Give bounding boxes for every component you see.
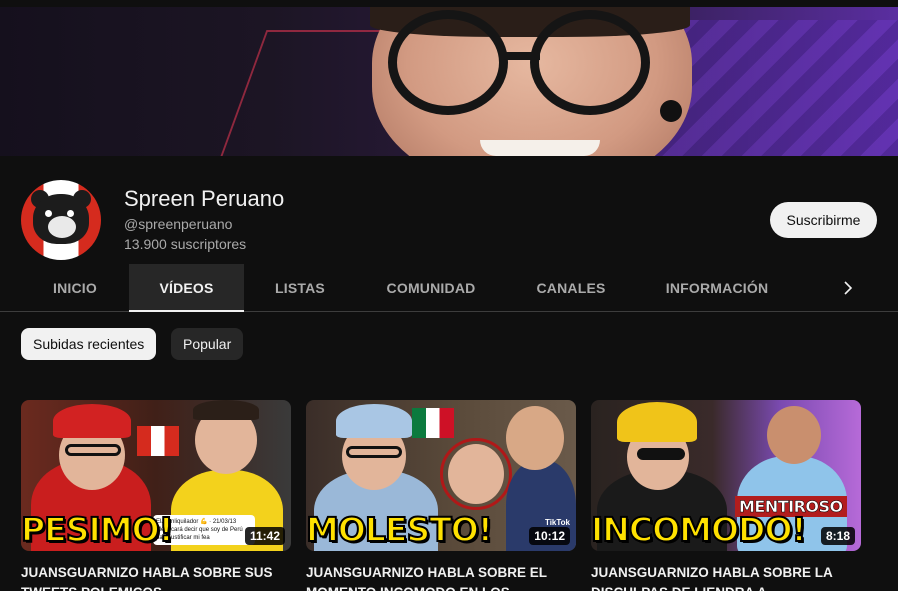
thumbnail-cap [53,404,131,438]
thumbnail-face [767,406,821,464]
tiktok-watermark: TikTok [544,518,570,527]
banner-glasses [388,10,508,115]
channel-banner [0,0,898,156]
peru-flag [137,426,179,456]
thumbnail-beanie [617,402,697,442]
video-duration: 8:18 [820,527,855,545]
banner-glasses [530,10,650,115]
tab-videos[interactable]: VÍDEOS [129,264,244,312]
thumbnail-sunglasses [637,448,685,460]
banner-top-edge [0,0,898,7]
subscriber-count: 13.900 suscriptores [124,236,247,252]
channel-tabs: INICIO VÍDEOS LISTAS COMUNIDAD CANALES I… [0,264,898,312]
video-duration: 10:12 [529,527,570,545]
mexico-flag [412,408,454,438]
video-thumbnail[interactable]: MENTIROSO INCOMODO! 8:18 [591,400,861,551]
video-duration: 11:42 [244,527,285,545]
avatar-bear-eye [67,210,74,217]
thumbnail-hair [193,400,259,420]
thumbnail-glasses [346,446,402,458]
video-thumbnail[interactable]: TikTok MOLESTO! 10:12 [306,400,576,551]
chip-popular[interactable]: Popular [171,328,244,360]
chevron-right-icon[interactable] [836,276,860,300]
banner-glasses-bridge [500,52,540,60]
video-title[interactable]: JUANSGUARNIZO HABLA SOBRE LA DISCULPAS D… [591,563,861,591]
subscribe-button[interactable]: Suscribirme [770,202,877,238]
thumbnail-caption: MOLESTO! [306,509,494,550]
video-card[interactable]: ElJuanliquilador 💪 · 21/03/13 Me tocará … [21,400,291,591]
tab-informacion[interactable]: INFORMACIÓN [655,264,779,312]
banner-smile [480,140,600,156]
channel-avatar[interactable] [21,180,101,260]
avatar-bear-eye [45,210,52,217]
thumbnail-caption: PESIMO! [21,509,175,550]
video-card[interactable]: TikTok MOLESTO! 10:12 JUANSGUARNIZO HABL… [306,400,576,591]
video-card[interactable]: MENTIROSO INCOMODO! 8:18 JUANSGUARNIZO H… [591,400,861,591]
tab-canales[interactable]: CANALES [520,264,622,312]
video-title[interactable]: JUANSGUARNIZO HABLA SOBRE EL MOMENTO INC… [306,563,576,591]
tab-comunidad[interactable]: COMUNIDAD [374,264,488,312]
tab-listas[interactable]: LISTAS [254,264,346,312]
thumbnail-caption: INCOMODO! [591,509,808,550]
channel-handle: @spreenperuano [124,216,233,232]
channel-name: Spreen Peruano [124,186,285,211]
avatar-bear-snout [48,216,76,238]
video-title[interactable]: JUANSGUARNIZO HABLA SOBRE SUS TWEETS POL… [21,563,291,591]
banner-earring [660,100,682,122]
thumbnail-cap [336,404,412,438]
thumbnail-glasses [65,444,121,456]
video-thumbnail[interactable]: ElJuanliquilador 💪 · 21/03/13 Me tocará … [21,400,291,551]
tab-inicio[interactable]: INICIO [30,264,120,312]
thumbnail-face [506,406,564,470]
thumbnail-face [448,444,504,504]
chip-recent-uploads[interactable]: Subidas recientes [21,328,157,360]
